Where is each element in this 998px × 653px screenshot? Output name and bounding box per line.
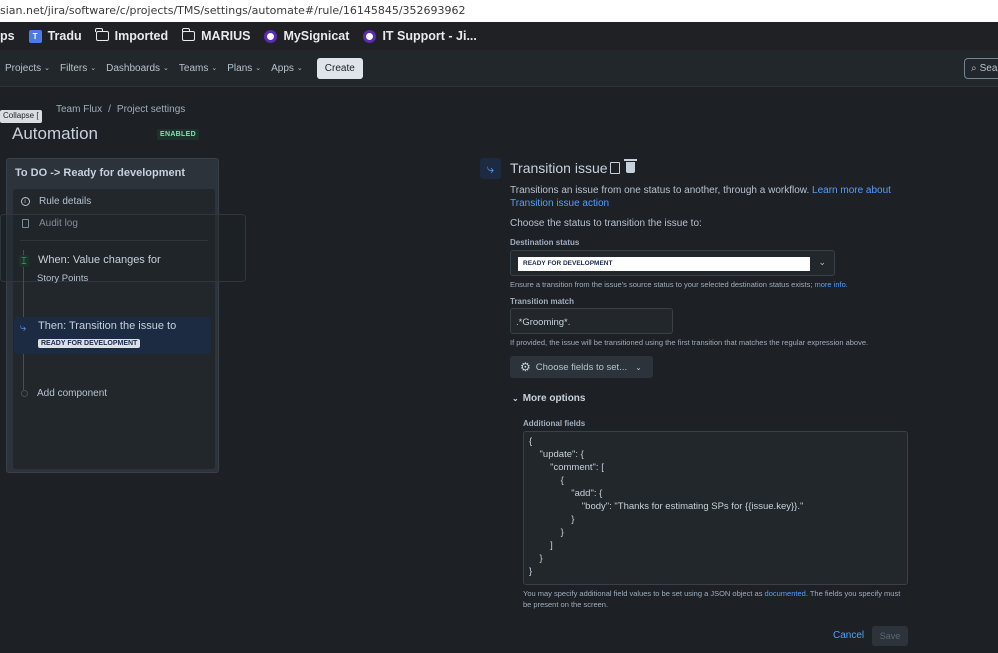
bookmark-marius[interactable]: MARIUS — [181, 28, 250, 43]
destination-status-value: READY FOR DEVELOPMENT — [518, 257, 810, 271]
choose-status-label: Choose the status to transition the issu… — [510, 218, 702, 229]
folder-icon — [95, 28, 109, 43]
transition-match-label: Transition match — [510, 297, 575, 306]
translate-icon: T — [28, 29, 42, 43]
rule-details-item[interactable]: i Rule details — [20, 196, 91, 207]
destination-help: Ensure a transition from the issue's sou… — [510, 280, 848, 289]
breadcrumb-project-settings[interactable]: Project settings — [117, 104, 185, 115]
nav-teams[interactable]: Teams ⌄ — [179, 63, 217, 74]
status-lozenge: READY FOR DEVELOPMENT — [38, 339, 141, 348]
destination-status-select[interactable]: READY FOR DEVELOPMENT ⌄ — [510, 250, 835, 276]
folder-icon — [181, 28, 196, 43]
info-icon: i — [20, 197, 30, 207]
page-title: Automation — [12, 124, 98, 143]
signicat-icon — [264, 29, 278, 43]
documented-link[interactable]: documented — [765, 589, 806, 598]
transition-icon: ⤷ — [480, 158, 501, 179]
search-icon: ⌕ — [971, 63, 977, 74]
chevron-down-icon: ⌄ — [635, 362, 642, 372]
chevron-down-icon: ⌄ — [163, 65, 169, 72]
trash-icon[interactable] — [624, 159, 637, 173]
nav-filters[interactable]: Filters ⌄ — [60, 63, 96, 74]
transition-match-input[interactable]: .*Grooming*. — [510, 308, 673, 334]
bookmark-imported[interactable]: Imported — [95, 28, 168, 43]
nav-projects[interactable]: Projects ⌄ — [5, 63, 50, 74]
url-text: sian.net/jira/software/c/projects/TMS/se… — [0, 4, 466, 17]
add-dot-icon — [21, 390, 28, 397]
chevron-down-icon: ⌄ — [44, 65, 50, 72]
config-title: Transition issue — [510, 160, 608, 176]
trigger-field: Story Points — [37, 273, 89, 284]
add-component-button[interactable]: Add component — [37, 388, 107, 399]
transition-icon: ⤷ — [20, 322, 27, 334]
chevron-down-icon: ⌄ — [211, 65, 218, 72]
additional-fields-label: Additional fields — [523, 419, 586, 428]
create-button[interactable]: Create — [316, 57, 363, 79]
flow-line — [23, 354, 24, 390]
trigger-card-outline — [0, 214, 246, 282]
more-info-link[interactable]: more info. — [815, 280, 848, 289]
choose-fields-button[interactable]: ⚙ Choose fields to set... ⌄ — [510, 356, 653, 378]
destination-status-label: Destination status — [510, 238, 580, 247]
search-input[interactable]: ⌕ Sea — [964, 58, 998, 79]
chevron-down-icon: ⌄ — [818, 257, 826, 267]
collapse-tooltip: Collapse [ — [0, 110, 42, 123]
address-bar[interactable]: sian.net/jira/software/c/projects/TMS/se… — [0, 0, 998, 22]
chevron-down-icon: ⌄ — [296, 65, 303, 72]
cancel-button[interactable]: Cancel — [833, 630, 864, 641]
rule-title: To DO -> Ready for development — [15, 167, 186, 179]
bookmark-mysignicat[interactable]: MySignicat — [264, 29, 349, 43]
jira-top-nav: Projects ⌄ Filters ⌄ Dashboards ⌄ Teams ⌄ Pl… — [0, 50, 998, 87]
action-component[interactable]: ⤷ Then: Transition the issue to READY FO… — [14, 317, 211, 354]
nav-apps[interactable]: Apps ⌄ — [271, 63, 303, 74]
signicat-icon — [363, 29, 377, 43]
copy-icon[interactable] — [610, 162, 620, 174]
chevron-down-icon: ⌄ — [512, 394, 519, 403]
bookmark-tradu[interactable]: T Tradu — [28, 29, 82, 43]
save-button[interactable]: Save — [872, 626, 908, 646]
additional-fields-editor[interactable]: { "update": { "comment": [ { "add": { "b… — [523, 431, 908, 585]
chevron-down-icon: ⌄ — [255, 65, 262, 72]
trigger-icon: ⌶ — [19, 255, 29, 267]
bookmarks-bar: ps T Tradu Imported MARIUS MySignicat IT … — [0, 22, 998, 50]
additional-fields-help: You may specify additional field values … — [523, 589, 901, 609]
breadcrumb-separator: / — [108, 104, 111, 115]
chevron-down-icon: ⌄ — [90, 65, 97, 72]
more-options-toggle[interactable]: ⌄ More options — [512, 393, 585, 404]
trigger-component[interactable]: ⌶ When: Value changes for — [5, 254, 161, 267]
status-badge[interactable]: ENABLED — [157, 129, 199, 140]
rule-panel: To DO -> Ready for development i Rule det… — [6, 158, 219, 473]
transition-match-help: If provided, the issue will be transitio… — [510, 338, 869, 347]
bookmark-it-support[interactable]: IT Support - Ji... — [363, 29, 477, 43]
nav-plans[interactable]: Plans ⌄ — [227, 63, 261, 74]
config-description: Transitions an issue from one status to … — [510, 185, 891, 209]
breadcrumb-team-flux[interactable]: Team Flux — [56, 104, 102, 115]
nav-dashboards[interactable]: Dashboards ⌄ — [106, 63, 169, 74]
bookmark-apps[interactable]: ps — [0, 29, 15, 43]
gear-icon: ⚙ — [520, 360, 531, 374]
